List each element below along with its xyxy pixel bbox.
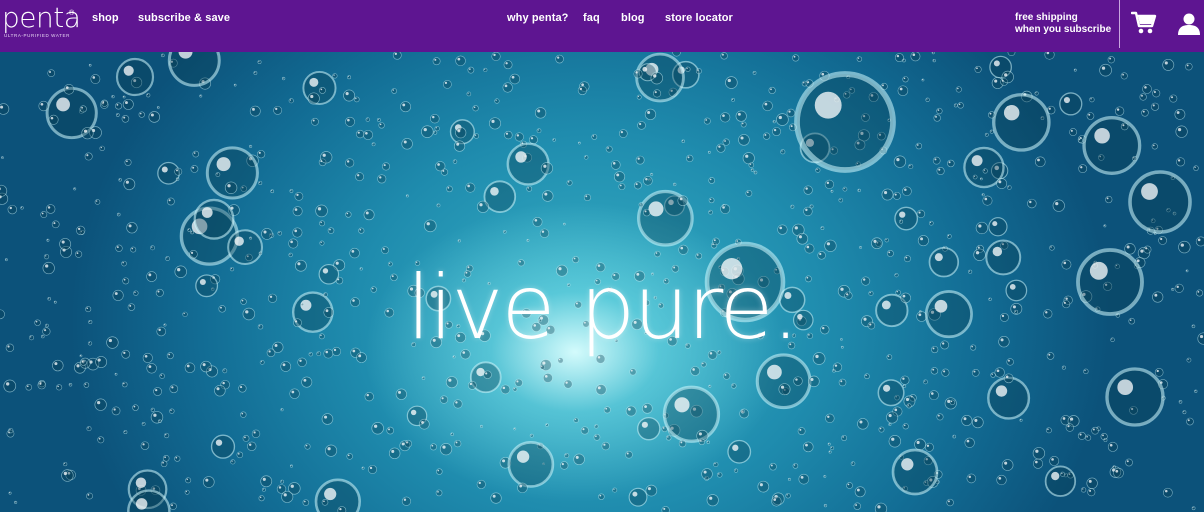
hero-headline: live pure.	[406, 256, 799, 359]
user-icon[interactable]	[1177, 12, 1201, 41]
free-shipping-line2: when you subscribe	[1015, 24, 1112, 35]
logo-wordmark: penta	[2, 1, 81, 34]
top-navigation-bar: penta ® ULTRA-PURIFIED WATER shop subscr…	[0, 0, 1204, 52]
logo-tagline: ULTRA-PURIFIED WATER	[4, 33, 70, 38]
nav-link-blog[interactable]: blog	[621, 12, 645, 24]
cart-icon[interactable]	[1130, 11, 1157, 40]
nav-link-subscribe-save[interactable]: subscribe & save	[138, 12, 230, 24]
nav-divider	[1119, 0, 1120, 48]
free-shipping-link[interactable]: free shipping when you subscribe	[1015, 12, 1111, 36]
nav-link-shop[interactable]: shop	[92, 12, 119, 24]
nav-link-faq[interactable]: faq	[583, 12, 600, 24]
hero-banner: live pure.	[0, 52, 1204, 512]
nav-link-store-locator[interactable]: store locator	[665, 12, 733, 24]
nav-link-why-penta[interactable]: why penta?	[507, 12, 569, 24]
free-shipping-line1: free shipping	[1015, 12, 1078, 23]
penta-logo[interactable]: penta ® ULTRA-PURIFIED WATER	[2, 3, 81, 41]
registered-mark: ®	[69, 10, 75, 17]
